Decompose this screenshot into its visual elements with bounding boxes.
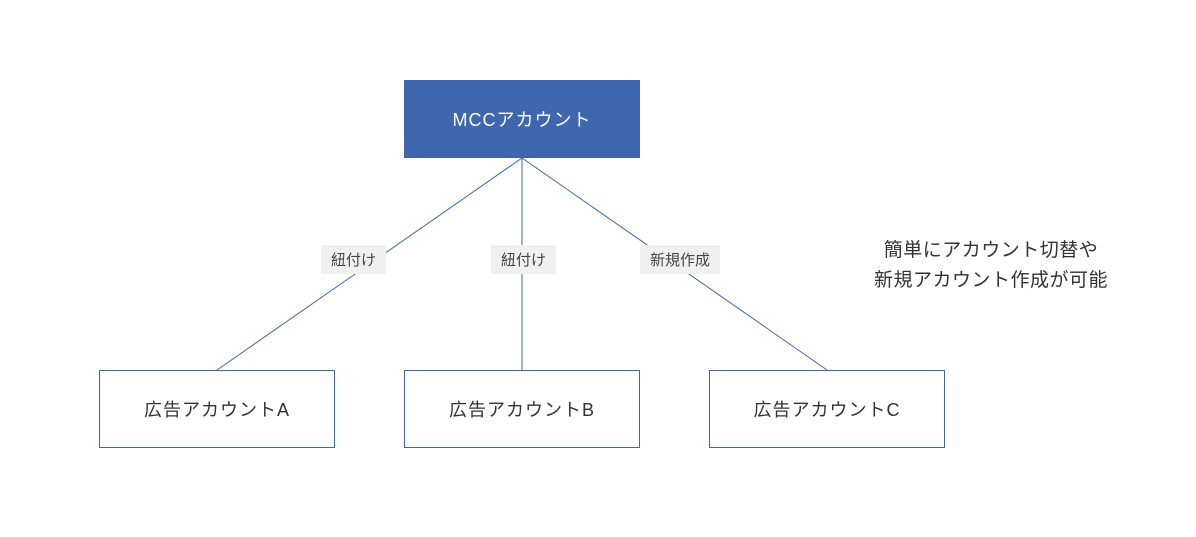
- edge-label-c: 新規作成: [640, 245, 720, 274]
- caption-line1: 簡単にアカウント切替や: [884, 240, 1099, 261]
- ad-account-c-node: 広告アカウントC: [709, 370, 945, 448]
- edge-label-b-text: 紐付け: [501, 252, 546, 269]
- edge-label-a: 紐付け: [321, 245, 386, 274]
- ad-account-a-label: 広告アカウントA: [144, 396, 290, 422]
- ad-account-a-node: 広告アカウントA: [99, 370, 335, 448]
- edge-label-b: 紐付け: [491, 245, 556, 274]
- edge-label-a-text: 紐付け: [331, 252, 376, 269]
- diagram-caption: 簡単にアカウント切替や 新規アカウント作成が可能: [836, 236, 1146, 297]
- ad-account-c-label: 広告アカウントC: [754, 396, 901, 422]
- ad-account-b-label: 広告アカウントB: [449, 396, 595, 422]
- ad-account-b-node: 広告アカウントB: [404, 370, 640, 448]
- caption-line2: 新規アカウント作成が可能: [874, 270, 1108, 291]
- edge-label-c-text: 新規作成: [650, 252, 710, 269]
- mcc-account-label: MCCアカウント: [453, 106, 592, 132]
- mcc-account-node: MCCアカウント: [404, 80, 640, 158]
